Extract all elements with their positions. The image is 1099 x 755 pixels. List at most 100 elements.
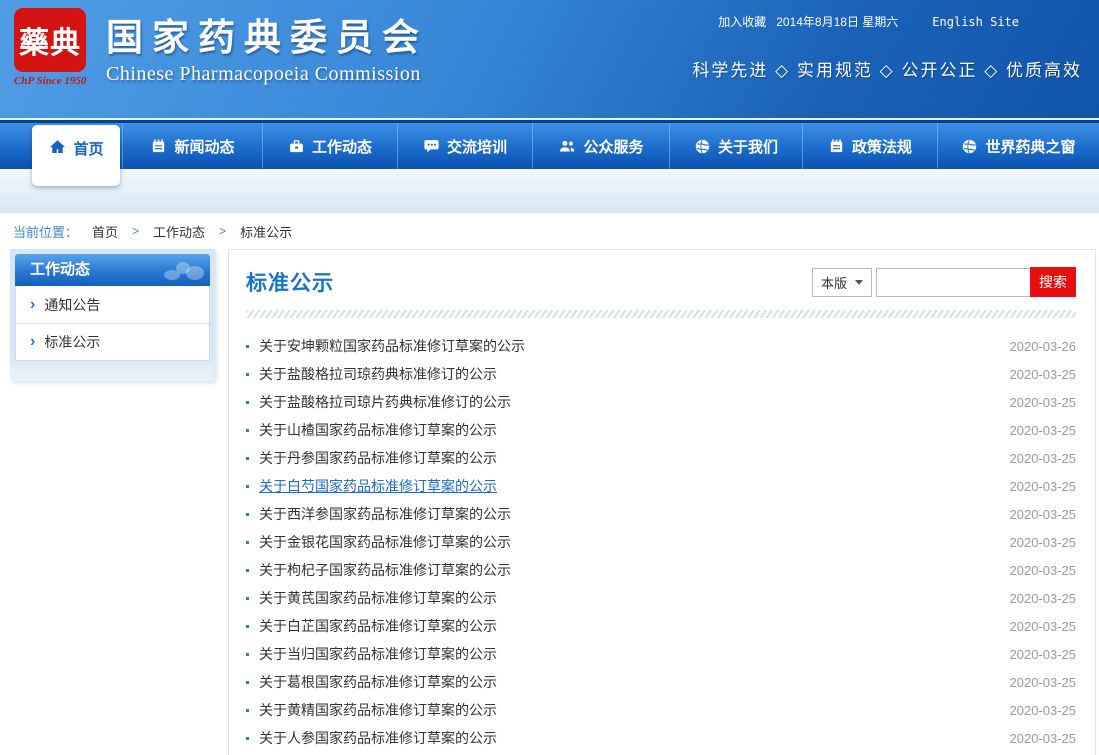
bullet-icon bbox=[246, 457, 249, 460]
site-subtitle: Chinese Pharmacopoeia Commission bbox=[106, 63, 428, 86]
seal-caption: ChP Since 1950 bbox=[14, 75, 88, 87]
bullet-icon bbox=[246, 541, 249, 544]
search-input[interactable] bbox=[876, 268, 1030, 297]
announcement-date: 2020-03-26 bbox=[1010, 339, 1077, 354]
list-item: 关于黄精国家药品标准修订草案的公示 2020-03-25 bbox=[246, 696, 1076, 724]
announcement-link[interactable]: 关于人参国家药品标准修订草案的公示 bbox=[259, 728, 998, 748]
announcement-link[interactable]: 关于黄精国家药品标准修订草案的公示 bbox=[259, 700, 998, 720]
announcement-link[interactable]: 关于山楂国家药品标准修订草案的公示 bbox=[259, 420, 998, 440]
announcement-date: 2020-03-25 bbox=[1010, 479, 1077, 494]
breadcrumb-work-news[interactable]: 工作动态 bbox=[153, 222, 205, 241]
sidebar-panel: › 通知公告 › 标准公示 bbox=[15, 286, 210, 361]
list-item: 关于黄芪国家药品标准修订草案的公示 2020-03-25 bbox=[246, 584, 1076, 612]
announcement-link[interactable]: 关于丹参国家药品标准修订草案的公示 bbox=[259, 448, 998, 468]
announcement-date: 2020-03-25 bbox=[1010, 563, 1077, 578]
announcement-link[interactable]: 关于西洋参国家药品标准修订草案的公示 bbox=[259, 504, 998, 524]
chevron-right-icon: › bbox=[30, 297, 35, 313]
announcement-link[interactable]: 关于金银花国家药品标准修订草案的公示 bbox=[259, 532, 998, 552]
globe-icon bbox=[694, 138, 711, 155]
list-item: 关于人参国家药品标准修订草案的公示 2020-03-25 bbox=[246, 724, 1076, 752]
news-icon bbox=[150, 138, 167, 155]
bullet-icon bbox=[246, 485, 249, 488]
announcement-date: 2020-03-25 bbox=[1010, 535, 1077, 550]
sidebar-item-standard-publicity[interactable]: › 标准公示 bbox=[16, 323, 209, 360]
search-button[interactable]: 搜索 bbox=[1030, 267, 1076, 297]
site-header: 藥典 ChP Since 1950 国家药典委员会 Chinese Pharma… bbox=[0, 0, 1099, 118]
bullet-icon bbox=[246, 345, 249, 348]
announcement-link[interactable]: 关于枸杞子国家药品标准修订草案的公示 bbox=[259, 560, 998, 580]
announcement-link[interactable]: 关于盐酸格拉司琼片药典标准修订的公示 bbox=[259, 392, 998, 412]
announcement-list: 关于安坤颗粒国家药品标准修订草案的公示 2020-03-26 关于盐酸格拉司琼药… bbox=[229, 328, 1095, 752]
tab-home[interactable]: 首页 bbox=[32, 125, 120, 186]
breadcrumb-home[interactable]: 首页 bbox=[92, 222, 118, 241]
slogan: 科学先进 ◇ 实用规范 ◇ 公开公正 ◇ 优质高效 bbox=[692, 30, 1099, 81]
bullet-icon bbox=[246, 681, 249, 684]
sidebar: 工作动态 › 通知公告 › 标准公示 bbox=[10, 249, 215, 381]
announcement-link[interactable]: 关于白芍国家药品标准修订草案的公示 bbox=[259, 476, 998, 496]
breadcrumb-label: 当前位置： bbox=[13, 222, 78, 241]
sidebar-title-text: 工作动态 bbox=[30, 261, 90, 278]
people-icon bbox=[558, 138, 576, 155]
list-item: 关于盐酸格拉司琼药典标准修订的公示 2020-03-25 bbox=[246, 360, 1076, 388]
breadcrumb-standard-publicity[interactable]: 标准公示 bbox=[240, 222, 292, 241]
tab-news[interactable]: 新闻动态 bbox=[122, 123, 262, 169]
tab-label: 新闻动态 bbox=[174, 136, 234, 157]
bullet-icon bbox=[246, 429, 249, 432]
bullet-icon bbox=[246, 653, 249, 656]
tab-label: 工作动态 bbox=[312, 136, 372, 157]
search-bar: 本版 搜索 bbox=[812, 267, 1076, 297]
content-header: 标准公示 本版 搜索 bbox=[229, 250, 1095, 308]
search-scope-select[interactable]: 本版 bbox=[812, 268, 872, 297]
tab-label: 世界药典之窗 bbox=[985, 136, 1075, 157]
chat-icon bbox=[423, 138, 440, 155]
chevron-right-icon: › bbox=[30, 334, 35, 350]
tab-work[interactable]: 工作动态 bbox=[262, 123, 397, 169]
sidebar-item-notices[interactable]: › 通知公告 bbox=[16, 286, 209, 323]
list-item: 关于盐酸格拉司琼片药典标准修订的公示 2020-03-25 bbox=[246, 388, 1076, 416]
page-title: 标准公示 bbox=[246, 267, 334, 297]
add-favorite-link[interactable]: 加入收藏 bbox=[718, 13, 766, 30]
striped-divider bbox=[246, 310, 1076, 318]
bullet-icon bbox=[246, 625, 249, 628]
breadcrumb-separator-icon: > bbox=[132, 224, 139, 238]
bullet-icon bbox=[246, 401, 249, 404]
bullet-icon bbox=[246, 737, 249, 740]
header-right: 加入收藏 2014年8月18日 星期六 English Site 科学先进 ◇ … bbox=[692, 0, 1099, 81]
announcement-date: 2020-03-25 bbox=[1010, 451, 1077, 466]
announcement-link[interactable]: 关于葛根国家药品标准修订草案的公示 bbox=[259, 672, 998, 692]
tab-policy[interactable]: 政策法规 bbox=[802, 123, 937, 169]
tab-label: 政策法规 bbox=[852, 136, 912, 157]
policy-icon bbox=[828, 138, 845, 155]
announcement-date: 2020-03-25 bbox=[1010, 591, 1077, 606]
list-item: 关于西洋参国家药品标准修订草案的公示 2020-03-25 bbox=[246, 500, 1076, 528]
announcement-link[interactable]: 关于当归国家药品标准修订草案的公示 bbox=[259, 644, 998, 664]
cloud-decoration-icon bbox=[158, 262, 204, 282]
announcement-date: 2020-03-25 bbox=[1010, 395, 1077, 410]
tab-public-service[interactable]: 公众服务 bbox=[532, 123, 669, 169]
tab-training[interactable]: 交流培训 bbox=[397, 123, 532, 169]
list-item: 关于当归国家药品标准修订草案的公示 2020-03-25 bbox=[246, 640, 1076, 668]
tab-label: 公众服务 bbox=[583, 136, 643, 157]
dropdown-caret-icon bbox=[855, 280, 863, 285]
list-item: 关于丹参国家药品标准修订草案的公示 2020-03-25 bbox=[246, 444, 1076, 472]
announcement-link[interactable]: 关于白芷国家药品标准修订草案的公示 bbox=[259, 616, 998, 636]
tab-world-pharmacopoeia[interactable]: 世界药典之窗 bbox=[937, 123, 1099, 169]
page-layout: 工作动态 › 通知公告 › 标准公示 标准公示 本版 搜索 bbox=[0, 249, 1099, 755]
tab-about-us[interactable]: 关于我们 bbox=[669, 123, 802, 169]
list-item: 关于安坤颗粒国家药品标准修订草案的公示 2020-03-26 bbox=[246, 332, 1076, 360]
announcement-link[interactable]: 关于盐酸格拉司琼药典标准修订的公示 bbox=[259, 364, 998, 384]
seal-text: 藥典 bbox=[19, 18, 81, 62]
announcement-date: 2020-03-25 bbox=[1010, 619, 1077, 634]
announcement-link[interactable]: 关于黄芪国家药品标准修订草案的公示 bbox=[259, 588, 998, 608]
sidebar-item-label[interactable]: 标准公示 bbox=[44, 332, 100, 352]
current-date: 2014年8月18日 星期六 bbox=[776, 13, 898, 30]
bullet-icon bbox=[246, 709, 249, 712]
bullet-icon bbox=[246, 513, 249, 516]
tab-label: 关于我们 bbox=[718, 136, 778, 157]
sidebar-item-label[interactable]: 通知公告 bbox=[44, 295, 100, 315]
main-nav: 新闻动态 工作动态 交流培训 公众服务 关于我们 政策法规 世界药典之窗 首页 bbox=[0, 118, 1099, 213]
breadcrumb: 当前位置： 首页 > 工作动态 > 标准公示 bbox=[0, 213, 1099, 249]
english-site-link[interactable]: English Site bbox=[932, 15, 1019, 29]
tab-label: 交流培训 bbox=[447, 136, 507, 157]
announcement-link[interactable]: 关于安坤颗粒国家药品标准修订草案的公示 bbox=[259, 336, 998, 356]
